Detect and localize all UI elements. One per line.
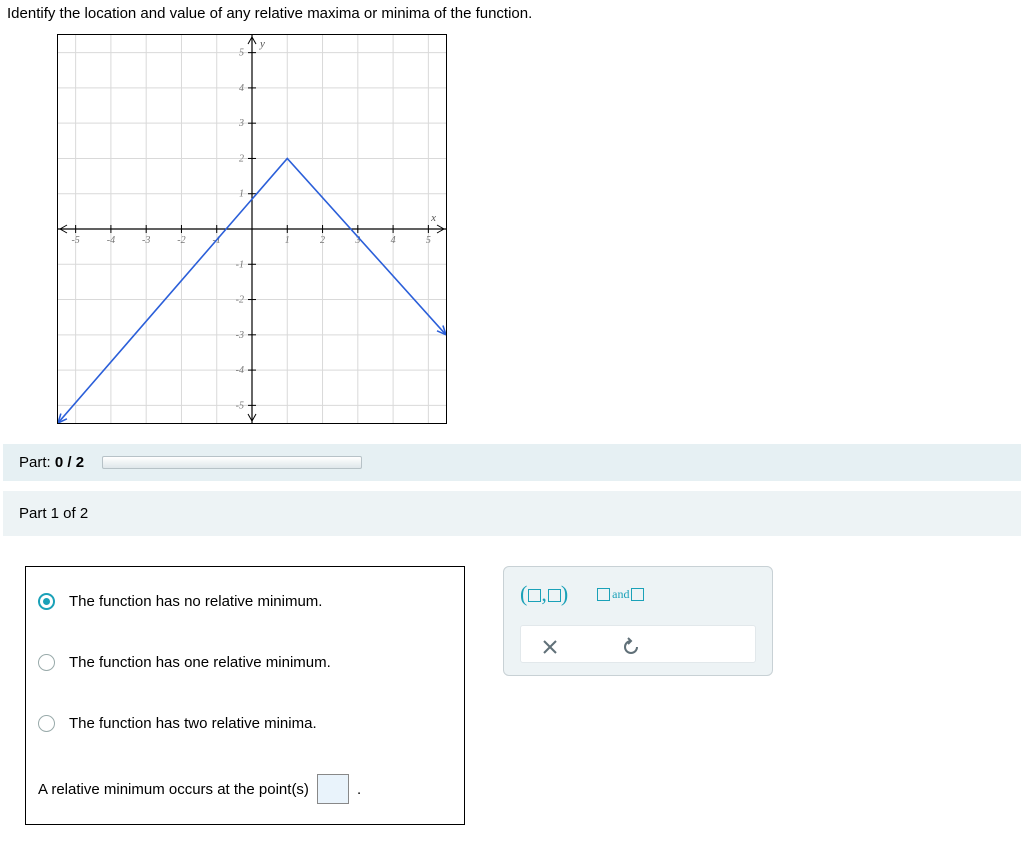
- clear-button[interactable]: [539, 636, 561, 658]
- svg-text:-1: -1: [236, 259, 244, 270]
- svg-text:-2: -2: [177, 235, 185, 246]
- choice-label: The function has no relative minimum.: [69, 593, 322, 610]
- svg-text:3: 3: [238, 118, 244, 129]
- svg-text:1: 1: [285, 235, 290, 246]
- undo-icon: [622, 637, 642, 657]
- svg-text:-4: -4: [236, 365, 244, 376]
- radio-icon[interactable]: [38, 715, 55, 732]
- svg-text:5: 5: [426, 235, 431, 246]
- choices-box: The function has no relative minimum. Th…: [25, 566, 465, 825]
- choice-label: The function has two relative minima.: [69, 715, 317, 732]
- choice-two-min[interactable]: The function has two relative minima.: [26, 693, 464, 754]
- radio-icon[interactable]: [38, 593, 55, 610]
- svg-text:1: 1: [239, 189, 244, 200]
- part-header: Part 1 of 2: [3, 491, 1021, 536]
- choice-no-min[interactable]: The function has no relative minimum.: [26, 567, 464, 632]
- x-icon: [541, 638, 559, 656]
- answer-blank[interactable]: [317, 774, 349, 804]
- svg-text:-5: -5: [71, 235, 79, 246]
- svg-text:4: 4: [239, 83, 244, 94]
- ordered-pair-template[interactable]: (,): [520, 581, 569, 607]
- reset-button[interactable]: [621, 636, 643, 658]
- svg-text:2: 2: [320, 235, 325, 246]
- math-tools-palette: (,) and: [503, 566, 773, 676]
- progress-label-prefix: Part:: [19, 454, 55, 471]
- svg-text:y: y: [259, 38, 265, 50]
- fill-in-row: A relative minimum occurs at the point(s…: [26, 754, 464, 824]
- svg-text:-5: -5: [236, 400, 244, 411]
- question-prompt: Identify the location and value of any r…: [7, 5, 1021, 22]
- and-token[interactable]: and: [597, 587, 644, 602]
- svg-text:2: 2: [239, 153, 244, 164]
- choice-one-min[interactable]: The function has one relative minimum.: [26, 632, 464, 693]
- svg-text:-2: -2: [236, 295, 244, 306]
- svg-text:-4: -4: [107, 235, 115, 246]
- progress-label: Part: 0 / 2: [19, 454, 84, 471]
- progress-current: 0: [55, 454, 63, 471]
- svg-text:-3: -3: [236, 330, 244, 341]
- choice-label: The function has one relative minimum.: [69, 654, 331, 671]
- svg-text:4: 4: [391, 235, 396, 246]
- fill-after: .: [357, 781, 361, 798]
- progress-total: 2: [76, 454, 84, 471]
- svg-text:-3: -3: [142, 235, 150, 246]
- svg-text:5: 5: [239, 48, 244, 59]
- radio-icon[interactable]: [38, 654, 55, 671]
- svg-text:x: x: [430, 212, 436, 224]
- progress-bar-section: Part: 0 / 2: [3, 444, 1021, 481]
- fill-before: A relative minimum occurs at the point(s…: [38, 781, 309, 798]
- function-graph: -5-4-3-2-112345-5-4-3-2-112345yx: [57, 34, 447, 424]
- progress-bar: [102, 456, 362, 469]
